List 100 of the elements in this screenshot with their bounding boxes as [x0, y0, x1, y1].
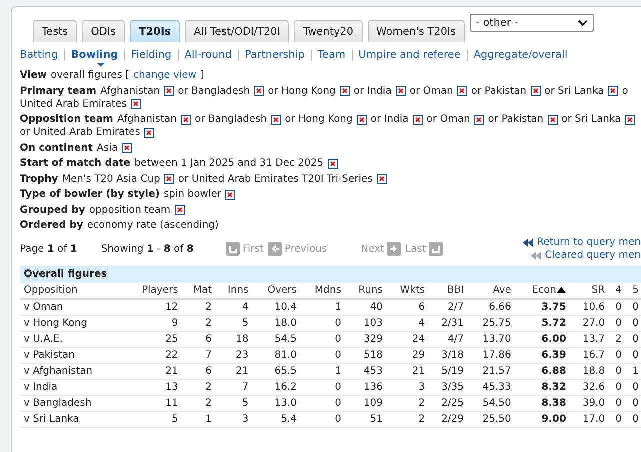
tab[interactable]: ODIs [82, 20, 126, 42]
change-view-link[interactable]: change view [134, 69, 197, 82]
stat-type-link[interactable]: Umpire and referee [358, 48, 461, 62]
column-header[interactable]: Ave [467, 283, 514, 299]
tab[interactable]: Twenty20 [294, 20, 363, 42]
remove-icon[interactable] [271, 114, 282, 124]
format-dropdown[interactable]: - other - [470, 14, 594, 32]
table-cell: 6.39 [514, 348, 570, 364]
caret-icon [97, 63, 105, 67]
remove-icon[interactable] [164, 174, 174, 184]
table-cell: 0 [608, 364, 625, 380]
table-cell: 103 [344, 316, 386, 332]
table-cell: 2 [386, 396, 428, 412]
rewind-icon [523, 238, 534, 246]
table-cell: 16.7 [569, 348, 608, 364]
filter-value: Asia [97, 142, 118, 154]
remove-icon[interactable] [376, 174, 387, 184]
remove-icon[interactable] [340, 86, 350, 96]
remove-icon[interactable] [164, 86, 174, 96]
column-header[interactable]: 5 [625, 283, 641, 299]
table-cell: 2/29 [428, 412, 468, 428]
stat-type-link[interactable]: All-round [184, 48, 232, 62]
table-cell: 453 [344, 364, 386, 380]
stat-type-link[interactable]: Fielding [131, 48, 172, 62]
remove-icon[interactable] [625, 114, 636, 124]
column-header[interactable]: Runs [344, 283, 386, 299]
remove-icon[interactable] [181, 114, 192, 124]
tab[interactable]: Women's T20Is [368, 20, 466, 42]
filter-value: or Bangladesh [178, 84, 250, 98]
table-cell: 21.57 [467, 364, 514, 380]
filter-label: Ordered by [20, 219, 84, 232]
column-header[interactable]: SR [569, 283, 608, 299]
stat-type-link[interactable]: Batting [20, 48, 58, 62]
query-link[interactable]: Return to query men [523, 236, 641, 249]
table-cell: 2 [181, 380, 216, 396]
column-header[interactable]: Econ [514, 283, 570, 299]
table-cell: 13.70 [467, 332, 514, 348]
table-cell: 0 [300, 348, 344, 364]
table-cell: 0 [625, 299, 641, 316]
table-cell: 3.75 [514, 299, 570, 316]
table-cell: 9.00 [514, 412, 570, 428]
remove-icon[interactable] [530, 86, 541, 96]
remove-icon[interactable] [608, 86, 618, 96]
tab[interactable]: Tests [33, 20, 78, 42]
column-header[interactable]: Wkts [386, 283, 428, 299]
stat-type-link[interactable]: Partnership [245, 48, 305, 62]
column-header[interactable]: Players [123, 283, 182, 299]
stat-type-link[interactable]: Aggregate/overall [474, 48, 568, 62]
filter-label: Trophy [20, 172, 58, 186]
column-header[interactable]: BBI [428, 283, 468, 299]
table-cell: 10.4 [252, 299, 300, 316]
sort-up-icon [557, 287, 566, 293]
table-cell: 3/18 [428, 348, 468, 364]
remove-icon[interactable] [225, 190, 236, 200]
remove-icon[interactable] [131, 99, 142, 109]
remove-icon[interactable] [174, 205, 185, 215]
column-header[interactable]: Mdns [300, 283, 344, 299]
column-header[interactable]: Inns [215, 283, 252, 299]
table-cell: 21 [215, 364, 252, 380]
remove-icon[interactable] [412, 114, 423, 124]
remove-icon[interactable] [144, 128, 154, 138]
column-header[interactable]: Opposition [20, 283, 124, 299]
filter-label: View [20, 69, 48, 82]
table-cell: 27.0 [569, 316, 608, 332]
table-cell: 0 [608, 380, 625, 396]
remove-icon[interactable] [122, 143, 132, 153]
table-cell: 6 [181, 364, 216, 380]
query-link[interactable]: Cleared query men [531, 249, 641, 262]
tab[interactable]: All Test/ODI/T20I [185, 20, 290, 42]
remove-icon[interactable] [457, 86, 468, 96]
table-cell: 10.6 [569, 299, 608, 316]
table-cell: 2 [181, 396, 216, 412]
table-cell: 65.5 [252, 364, 300, 380]
table-cell: 23 [215, 348, 252, 364]
remove-icon[interactable] [396, 86, 406, 96]
column-header[interactable]: Mat [181, 283, 216, 299]
remove-icon[interactable] [474, 114, 484, 124]
table-cell: 21 [386, 364, 428, 380]
tab[interactable]: T20Is [130, 20, 180, 42]
stat-type-link[interactable]: Bowling [71, 48, 118, 62]
table-cell: 0 [300, 316, 344, 332]
table-cell: 16.2 [252, 380, 300, 396]
table-cell: 29 [386, 348, 428, 364]
remove-icon[interactable] [254, 86, 264, 96]
table-cell: 4 [215, 299, 252, 316]
filter-value: overall figures [ [51, 69, 130, 82]
filter-value: or Oman [410, 84, 454, 98]
remove-icon[interactable] [356, 114, 367, 124]
filter-value: between 1 Jan 2025 and 31 Dec 2025 [134, 157, 324, 170]
stat-type-link[interactable]: Team [318, 48, 346, 62]
table-cell: 2 [181, 316, 216, 332]
remove-icon[interactable] [548, 114, 558, 124]
filter-value: Afghanistan [100, 84, 160, 98]
table-cell: 0 [625, 380, 641, 396]
table-cell: 0 [300, 412, 344, 428]
remove-icon[interactable] [328, 158, 338, 168]
column-header[interactable]: Overs [252, 283, 300, 299]
table-cell: 18.0 [252, 316, 300, 332]
column-header[interactable]: 4 [608, 283, 625, 299]
table-cell: 0 [625, 348, 641, 364]
